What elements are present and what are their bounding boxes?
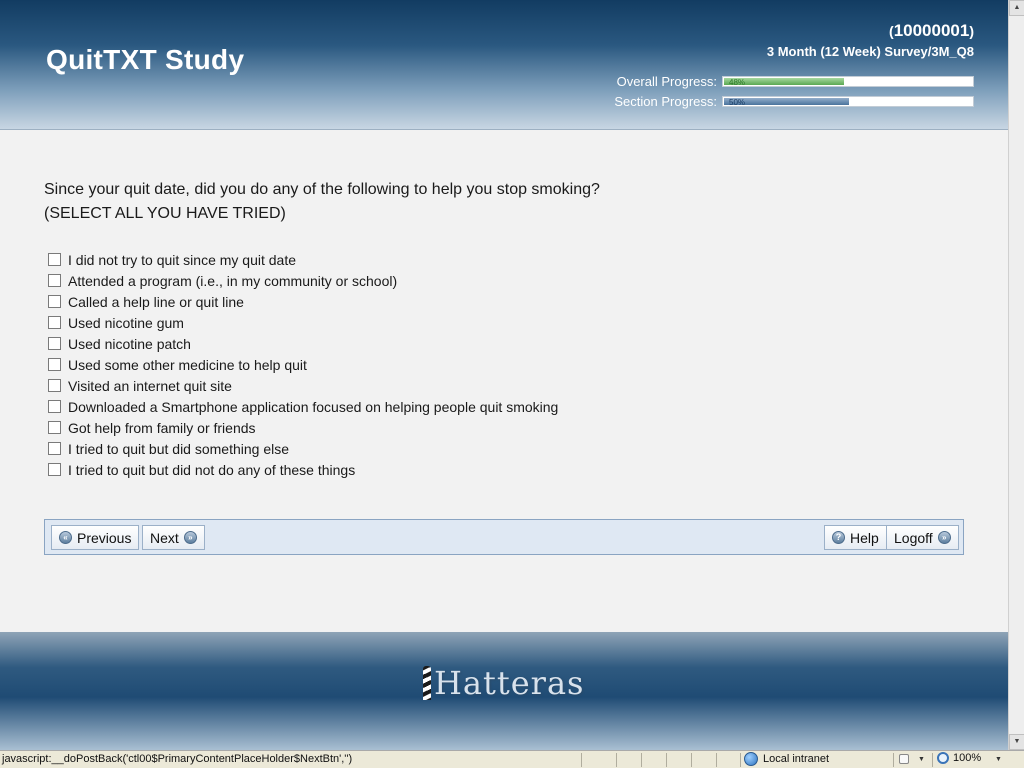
- help-button-label: Help: [850, 529, 879, 546]
- answer-option[interactable]: Called a help line or quit line: [48, 291, 558, 312]
- status-message: javascript:__doPostBack('ctl00$PrimaryCo…: [2, 753, 353, 765]
- overall-progress-value: 48%: [729, 77, 746, 87]
- answer-label[interactable]: Used nicotine patch: [68, 336, 191, 352]
- participant-id: 10000001: [893, 21, 970, 40]
- answer-checkbox[interactable]: [48, 463, 61, 476]
- answer-option[interactable]: Downloaded a Smartphone application focu…: [48, 396, 558, 417]
- status-divider: [641, 753, 642, 767]
- scroll-down-arrow-icon[interactable]: ▼: [1009, 734, 1024, 750]
- answer-checkbox[interactable]: [48, 442, 61, 455]
- chevron-down-icon[interactable]: ▼: [918, 756, 925, 763]
- scroll-up-arrow-icon[interactable]: ▲: [1009, 0, 1024, 16]
- question-text: Since your quit date, did you do any of …: [44, 181, 600, 198]
- logo-text: Hatteras: [434, 664, 585, 702]
- overall-progress: Overall Progress: 48%: [616, 73, 974, 89]
- answer-checkbox[interactable]: [48, 358, 61, 371]
- double-left-arrow-icon: «: [59, 531, 72, 544]
- answer-checkbox[interactable]: [48, 337, 61, 350]
- double-right-arrow-icon: »: [183, 531, 197, 544]
- participant-id-display: (10000001): [889, 21, 974, 41]
- answer-option[interactable]: Attended a program (i.e., in my communit…: [48, 270, 558, 291]
- answer-label[interactable]: Attended a program (i.e., in my communit…: [68, 273, 397, 289]
- zoom-control[interactable]: 100%: [937, 752, 981, 764]
- globe-icon: [744, 752, 758, 766]
- logoff-button[interactable]: Logoff »: [886, 525, 959, 550]
- participant-close-paren: ): [969, 23, 974, 39]
- answer-checkbox[interactable]: [48, 400, 61, 413]
- chevron-down-icon[interactable]: ▼: [995, 756, 1002, 763]
- browser-status-bar: javascript:__doPostBack('ctl00$PrimaryCo…: [0, 750, 1024, 768]
- section-progress-bar: 50%: [722, 95, 974, 107]
- answer-checkbox[interactable]: [48, 274, 61, 287]
- vertical-scrollbar[interactable]: ▲ ▼: [1008, 0, 1024, 750]
- answer-label[interactable]: I tried to quit but did not do any of th…: [68, 462, 355, 478]
- status-divider: [691, 753, 692, 767]
- help-button[interactable]: ? Help: [824, 525, 887, 550]
- section-progress-label: Section Progress:: [614, 93, 717, 109]
- status-divider: [616, 753, 617, 767]
- answer-label[interactable]: Used some other medicine to help quit: [68, 357, 307, 373]
- answer-option[interactable]: Visited an internet quit site: [48, 375, 558, 396]
- double-right-arrow-icon: »: [937, 531, 951, 544]
- previous-button-label: Previous: [77, 529, 132, 546]
- answer-label[interactable]: I did not try to quit since my quit date: [68, 252, 296, 268]
- answer-option[interactable]: Used nicotine patch: [48, 333, 558, 354]
- answer-checkbox[interactable]: [48, 379, 61, 392]
- navigation-panel: « Previous Next » ? Help Logoff »: [44, 519, 964, 555]
- status-divider: [893, 753, 894, 767]
- answer-checkbox[interactable]: [48, 253, 61, 266]
- next-button-label: Next: [150, 529, 179, 546]
- answer-option[interactable]: Got help from family or friends: [48, 417, 558, 438]
- page-footer: Hatteras: [0, 632, 1008, 750]
- hatteras-logo: Hatteras: [423, 666, 584, 700]
- previous-button[interactable]: « Previous: [51, 525, 140, 550]
- status-divider: [932, 753, 933, 767]
- zoom-value: 100%: [953, 752, 982, 764]
- status-divider: [666, 753, 667, 767]
- zone-label: Local intranet: [763, 753, 830, 765]
- status-divider: [581, 753, 582, 767]
- answer-label[interactable]: Used nicotine gum: [68, 315, 184, 331]
- answer-option[interactable]: I did not try to quit since my quit date: [48, 249, 558, 270]
- answer-option[interactable]: I tried to quit but did not do any of th…: [48, 459, 558, 480]
- answer-options: I did not try to quit since my quit date…: [48, 249, 558, 480]
- protected-mode-icon[interactable]: [899, 754, 909, 764]
- status-divider: [740, 753, 741, 767]
- answer-label[interactable]: Downloaded a Smartphone application focu…: [68, 399, 558, 415]
- question-block: Since your quit date, did you do any of …: [44, 178, 600, 226]
- answer-label[interactable]: Called a help line or quit line: [68, 294, 244, 310]
- answer-checkbox[interactable]: [48, 316, 61, 329]
- overall-progress-bar: 48%: [722, 75, 974, 87]
- magnifier-icon: [937, 752, 949, 764]
- answer-label[interactable]: Got help from family or friends: [68, 420, 256, 436]
- overall-progress-label: Overall Progress:: [616, 73, 717, 89]
- answer-option[interactable]: I tried to quit but did something else: [48, 438, 558, 459]
- logoff-button-label: Logoff: [894, 529, 933, 546]
- answer-checkbox[interactable]: [48, 295, 61, 308]
- app-title: QuitTXT Study: [46, 44, 245, 75]
- next-button[interactable]: Next »: [142, 525, 205, 550]
- lighthouse-icon: [423, 666, 431, 700]
- page-header: QuitTXT Study (10000001) 3 Month (12 Wee…: [0, 0, 1008, 130]
- section-progress-value: 50%: [729, 97, 746, 107]
- survey-name: 3 Month (12 Week) Survey/3M_Q8: [766, 44, 974, 59]
- security-zone: Local intranet: [744, 752, 829, 766]
- answer-checkbox[interactable]: [48, 421, 61, 434]
- question-instruction: (SELECT ALL YOU HAVE TRIED): [44, 205, 286, 222]
- answer-option[interactable]: Used some other medicine to help quit: [48, 354, 558, 375]
- question-icon: ?: [832, 531, 845, 544]
- section-progress: Section Progress: 50%: [614, 93, 974, 109]
- answer-label[interactable]: I tried to quit but did something else: [68, 441, 289, 457]
- status-divider: [716, 753, 717, 767]
- answer-label[interactable]: Visited an internet quit site: [68, 378, 232, 394]
- answer-option[interactable]: Used nicotine gum: [48, 312, 558, 333]
